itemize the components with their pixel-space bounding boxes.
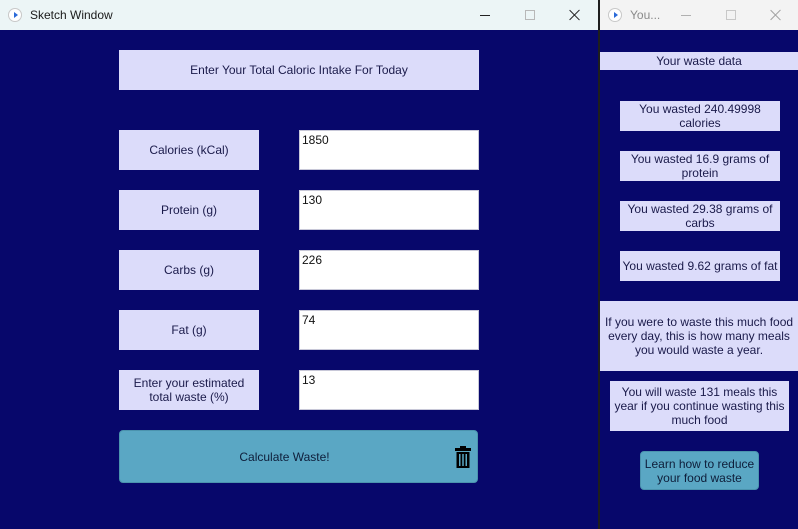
learn-reduce-waste-button[interactable]: Learn how to reduce your food waste <box>640 451 759 490</box>
maximize-icon <box>525 10 535 20</box>
protein-input[interactable]: 130 <box>299 190 479 230</box>
minimize-button[interactable] <box>462 0 508 30</box>
results-title-bar[interactable]: You... <box>600 0 798 30</box>
maximize-icon <box>726 10 736 20</box>
results-window-title: You... <box>630 8 661 22</box>
yearly-waste-prompt: If you were to waste this much food ever… <box>600 301 798 371</box>
wasted-fat-text: You wasted 9.62 grams of fat <box>620 251 780 281</box>
app-icon <box>608 8 622 22</box>
results-maximize-button[interactable] <box>708 0 754 30</box>
protein-label: Protein (g) <box>119 190 259 230</box>
waste-percent-input[interactable]: 13 <box>299 370 479 410</box>
results-minimize-button[interactable] <box>663 0 709 30</box>
carbs-input[interactable]: 226 <box>299 250 479 290</box>
minimize-icon <box>480 14 490 16</box>
close-icon <box>770 9 782 21</box>
calories-input[interactable]: 1850 <box>299 130 479 170</box>
meals-wasted-text: You will waste 131 meals this year if yo… <box>610 381 789 431</box>
calculate-waste-label: Calculate Waste! <box>239 449 330 464</box>
main-title-bar[interactable]: Sketch Window <box>0 0 598 30</box>
wasted-carbs-text: You wasted 29.38 grams of carbs <box>620 201 780 231</box>
carbs-label: Carbs (g) <box>119 250 259 290</box>
main-window: Sketch Window Enter Your Total Caloric I… <box>0 0 598 529</box>
waste-percent-label: Enter your estimated total waste (%) <box>119 370 259 410</box>
intake-header: Enter Your Total Caloric Intake For Toda… <box>119 50 479 90</box>
calculate-waste-button[interactable]: Calculate Waste! <box>119 430 478 483</box>
fat-label: Fat (g) <box>119 310 259 350</box>
window-title: Sketch Window <box>30 8 113 22</box>
results-close-button[interactable] <box>753 0 798 30</box>
maximize-button[interactable] <box>507 0 553 30</box>
minimize-icon <box>681 14 691 16</box>
waste-data-header: Your waste data <box>600 52 798 70</box>
fat-input[interactable]: 74 <box>299 310 479 350</box>
wasted-calories-text: You wasted 240.49998 calories <box>620 101 780 131</box>
trash-icon[interactable] <box>455 446 471 468</box>
app-icon <box>8 8 22 22</box>
wasted-protein-text: You wasted 16.9 grams of protein <box>620 151 780 181</box>
calories-label: Calories (kCal) <box>119 130 259 170</box>
close-button[interactable] <box>552 0 598 30</box>
close-icon <box>569 9 581 21</box>
